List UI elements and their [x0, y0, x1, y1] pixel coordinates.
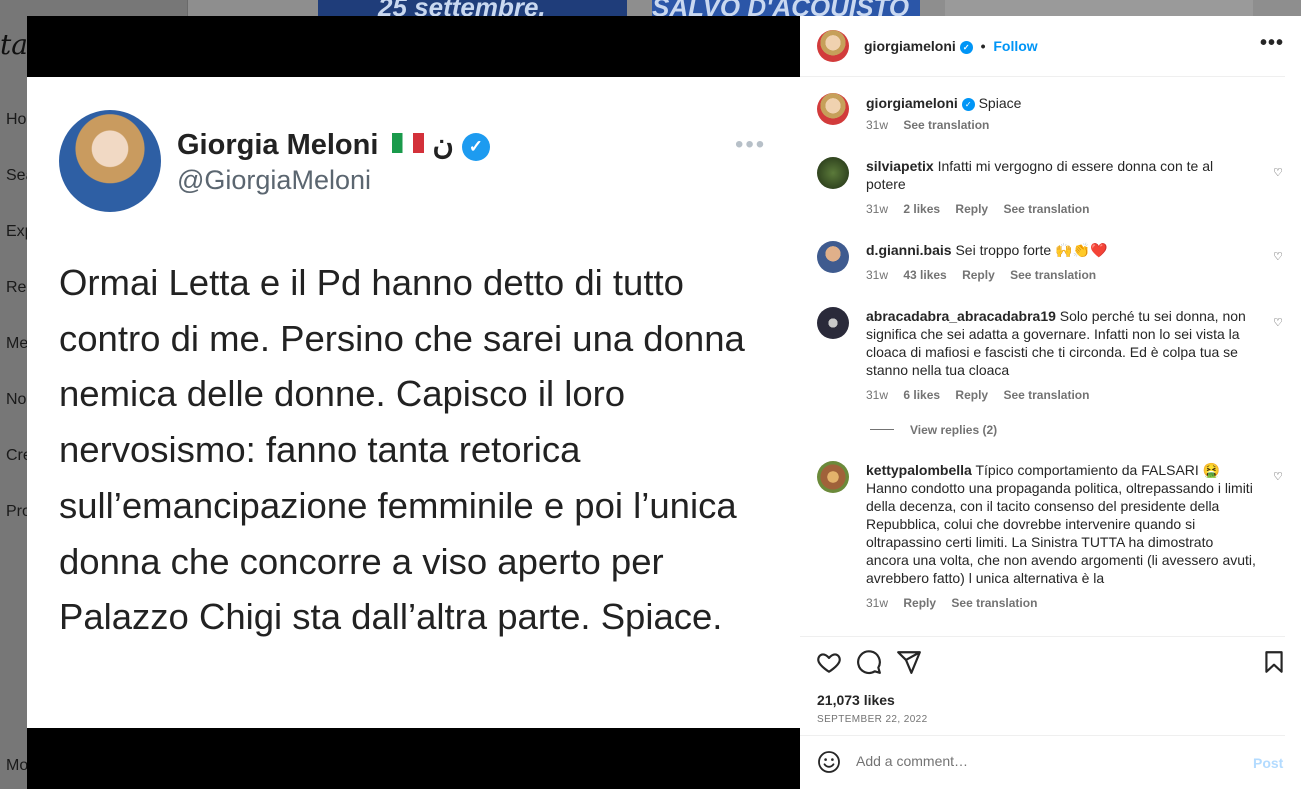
background-thumbnail: 25 settembre.: [318, 0, 627, 16]
tweet-avatar: [59, 110, 161, 212]
see-translation-button[interactable]: See translation: [903, 118, 989, 132]
verified-badge-icon: ✓: [461, 133, 490, 161]
post-actions: 21,073 likes SEPTEMBER 22, 2022: [800, 636, 1285, 734]
comment-time[interactable]: 31w: [866, 202, 888, 216]
comment-meta: 31w 6 likes Reply See translation: [866, 388, 1101, 402]
separator-dot: •: [980, 38, 986, 54]
comment-username[interactable]: d.gianni.bais: [866, 242, 952, 258]
verified-badge-icon: ✓: [961, 98, 975, 111]
avatar[interactable]: [817, 93, 849, 125]
comment-likes[interactable]: 6 likes: [903, 388, 940, 402]
comment-body: d.gianni.bais Sei troppo forte 🙌👏❤️: [866, 241, 1256, 259]
comment-time[interactable]: 31w: [866, 388, 888, 402]
comment-username[interactable]: kettypalombella: [866, 462, 972, 478]
bookmark-save-icon[interactable]: [1261, 649, 1287, 675]
comment-username[interactable]: silviapetix: [866, 158, 934, 174]
comment-input[interactable]: [856, 753, 1216, 769]
likes-count[interactable]: 21,073 likes: [817, 692, 895, 708]
add-comment-bar: Post: [800, 735, 1285, 789]
tweet-name-suffix: ن: [432, 129, 454, 161]
reply-button[interactable]: Reply: [962, 268, 995, 282]
see-translation-button[interactable]: See translation: [1003, 202, 1089, 216]
comment-text: Spiace: [978, 95, 1022, 111]
avatar[interactable]: [817, 461, 849, 493]
background-nav-item: No: [6, 391, 27, 408]
emoji-smile-icon[interactable]: [817, 750, 841, 774]
background-nav-item: Me: [6, 335, 29, 352]
post-date: SEPTEMBER 22, 2022: [817, 714, 928, 725]
tweet-handle: @GiorgiaMeloni: [177, 165, 371, 195]
comment-body: abracadabra_abracadabra19 Solo perché tu…: [866, 307, 1256, 379]
comment-meta: 31w 2 likes Reply See translation: [866, 202, 1101, 216]
comments-list[interactable]: giorgiameloni ✓ Spiace 31w See translati…: [800, 77, 1285, 636]
comment-body: silviapetix Infatti mi vergogno di esser…: [866, 157, 1256, 193]
author-username[interactable]: giorgiameloni: [864, 38, 956, 54]
follow-button[interactable]: Follow: [993, 38, 1037, 54]
comment-likes[interactable]: 2 likes: [903, 202, 940, 216]
comment-meta: 31w See translation: [866, 118, 1001, 132]
reply-button[interactable]: Reply: [903, 596, 936, 610]
like-heart-icon[interactable]: [816, 649, 842, 675]
avatar[interactable]: [817, 157, 849, 189]
see-translation-button[interactable]: See translation: [1003, 388, 1089, 402]
comment-time[interactable]: 31w: [866, 268, 888, 282]
reply-button[interactable]: Reply: [955, 388, 988, 402]
background-nav-item: Mo: [6, 757, 29, 774]
post-image: Giorgia Meloni ن ✓ @GiorgiaMeloni ••• Or…: [27, 16, 800, 789]
comment-username[interactable]: giorgiameloni: [866, 95, 958, 111]
tweet-more-icon: •••: [735, 131, 767, 158]
comment-time[interactable]: 31w: [866, 596, 888, 610]
background-thumbnail: [945, 0, 1253, 16]
tweet-text: Ormai Letta e il Pd hanno detto di tutto…: [59, 262, 745, 638]
background-nav-item: Ho: [6, 111, 27, 128]
verified-badge-icon: ✓: [959, 41, 973, 54]
tweet-name-text: Giorgia Meloni: [177, 129, 379, 161]
post-comment-button[interactable]: Post: [1253, 755, 1283, 771]
comment-body: kettypalombella Típico comportamiento da…: [866, 461, 1256, 587]
like-comment-icon[interactable]: ♡: [1273, 470, 1283, 483]
italy-flag-icon: [392, 133, 425, 153]
background-thumbnail: SALVO D'ACQUISTO: [652, 0, 920, 16]
divider-line: [870, 429, 894, 430]
like-comment-icon[interactable]: ♡: [1273, 250, 1283, 263]
comment-bubble-icon[interactable]: [856, 649, 882, 675]
more-options-icon[interactable]: •••: [1260, 32, 1284, 55]
reply-button[interactable]: Reply: [955, 202, 988, 216]
view-replies-label: View replies (2): [910, 423, 998, 437]
see-translation-button[interactable]: See translation: [951, 596, 1037, 610]
tweet-author-name: Giorgia Meloni ن ✓: [177, 127, 490, 162]
comment-time[interactable]: 31w: [866, 118, 888, 132]
share-send-icon[interactable]: [896, 649, 922, 675]
comment-text: Sei troppo forte 🙌👏❤️: [955, 242, 1108, 258]
like-comment-icon[interactable]: ♡: [1273, 316, 1283, 329]
post-header: giorgiameloni ✓ • Follow •••: [800, 16, 1285, 77]
see-translation-button[interactable]: See translation: [1010, 268, 1096, 282]
view-replies-button[interactable]: View replies (2): [870, 423, 997, 437]
comment-likes[interactable]: 43 likes: [903, 268, 946, 282]
comment-username[interactable]: abracadabra_abracadabra19: [866, 308, 1056, 324]
comment-text: Típico comportamiento da FALSARI 🤮 Hanno…: [866, 462, 1256, 586]
comment-meta: 31w Reply See translation: [866, 596, 1049, 610]
tweet-screenshot: Giorgia Meloni ن ✓ @GiorgiaMeloni ••• Or…: [27, 77, 800, 728]
comment-meta: 31w 43 likes Reply See translation: [866, 268, 1108, 282]
post-details-panel: giorgiameloni ✓ • Follow ••• giorgiamelo…: [800, 16, 1301, 789]
post-author: giorgiameloni ✓ • Follow: [864, 38, 1038, 54]
comment-body: giorgiameloni ✓ Spiace: [866, 94, 1256, 112]
avatar[interactable]: [817, 241, 849, 273]
author-avatar[interactable]: [817, 30, 849, 62]
avatar[interactable]: [817, 307, 849, 339]
like-comment-icon[interactable]: ♡: [1273, 166, 1283, 179]
